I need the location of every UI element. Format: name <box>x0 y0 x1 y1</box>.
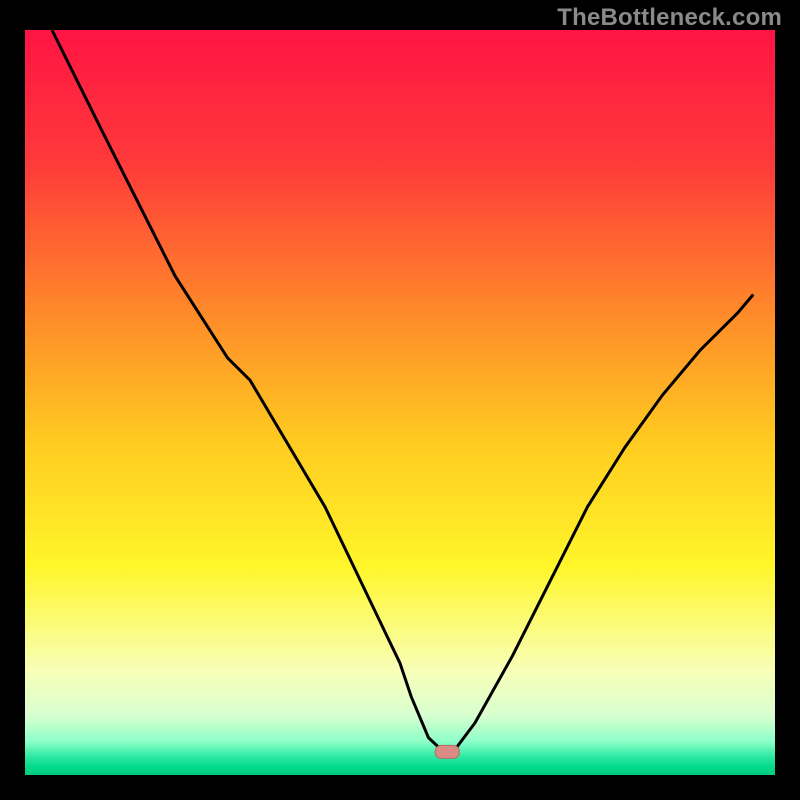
chart-svg <box>0 0 800 800</box>
bottleneck-chart: TheBottleneck.com <box>0 0 800 800</box>
optimal-marker <box>435 745 459 758</box>
watermark-text: TheBottleneck.com <box>557 4 782 32</box>
